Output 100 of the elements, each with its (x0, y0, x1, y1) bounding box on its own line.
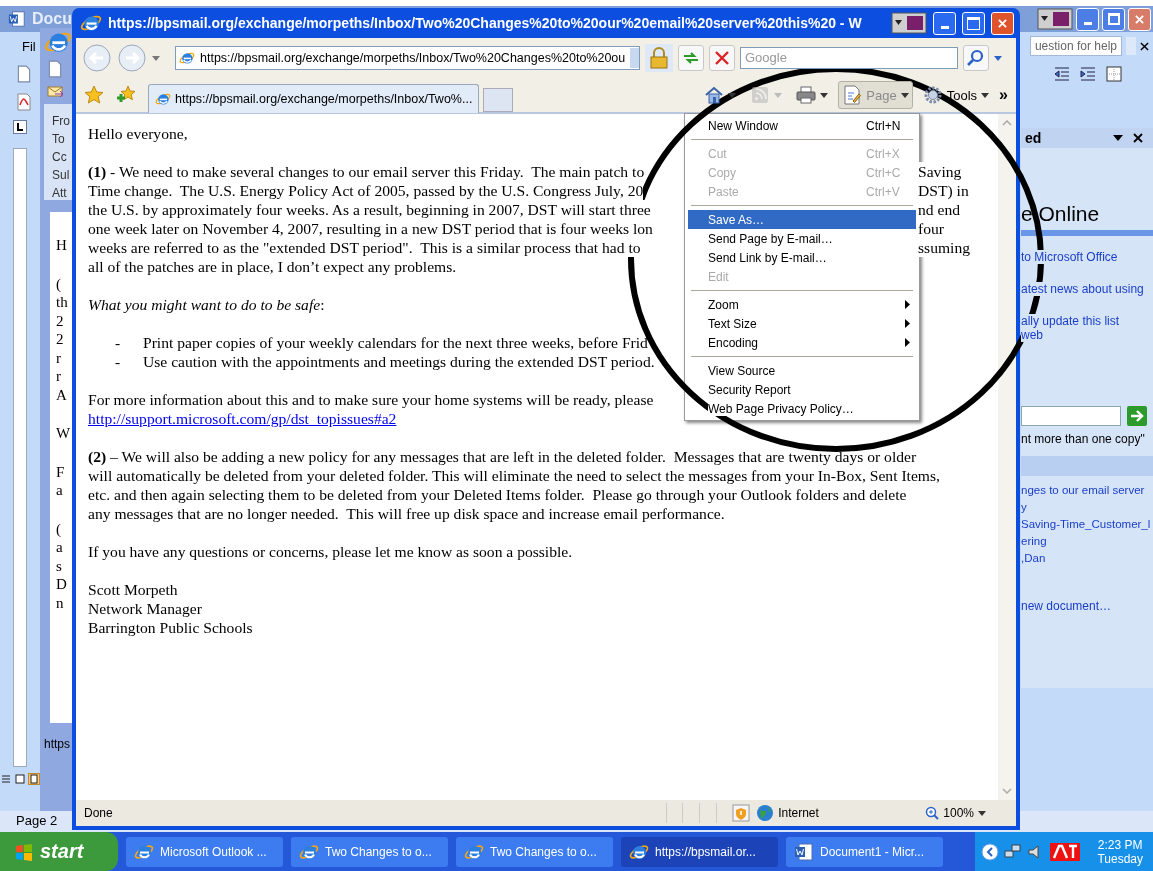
windows-flag-icon (14, 841, 34, 862)
text-fragment: a (56, 481, 64, 500)
taskbar-button[interactable]: https://bpsmail.or... (621, 836, 778, 867)
more-commands-button[interactable]: » (999, 86, 1008, 104)
signature: Scott Morpeth Network Manager Barrington Public Schools (88, 580, 254, 637)
caret-icon (981, 92, 990, 98)
toolbar-widget-icon[interactable] (891, 12, 927, 34)
caret-icon (774, 92, 783, 98)
recent-file-link[interactable]: ,Dan (1021, 552, 1046, 564)
pane-menu-arrow-icon[interactable] (1113, 133, 1123, 143)
taskbar-button[interactable]: Two Changes to o... (456, 836, 613, 867)
taskbar-button[interactable]: Two Changes to o... (291, 836, 448, 867)
refresh-icon[interactable] (678, 45, 704, 71)
caret-icon (820, 92, 829, 98)
text-fragment: 2 (56, 330, 65, 349)
caret-icon (978, 810, 986, 816)
menu-item[interactable]: Send Page by E-mail… (688, 229, 916, 248)
search-field[interactable] (1021, 406, 1121, 426)
favorites-star-icon[interactable] (84, 85, 104, 105)
text-fragment: ( (56, 274, 62, 293)
minimize-button[interactable] (933, 11, 956, 35)
taskbar-button[interactable]: Document1 - Micr... (786, 836, 943, 867)
menu-item[interactable]: Text Size (688, 314, 916, 333)
support-link[interactable]: http://support.microsoft.com/gp/dst_topissues#a2 (88, 409, 397, 428)
word-document-icon (8, 10, 26, 28)
caret-icon[interactable] (994, 55, 1002, 61)
text-fragment: F (56, 462, 66, 481)
submenu-arrow-icon (905, 338, 910, 347)
web-view-button[interactable] (14, 773, 26, 785)
clock-time: 2:23 PM (1097, 837, 1143, 852)
field-label: Fro (52, 114, 71, 128)
menu-item[interactable]: Save As… (688, 210, 916, 229)
gear-icon (922, 85, 943, 105)
borders-icon[interactable] (1105, 65, 1123, 83)
field-label: Att (52, 186, 68, 200)
menu-item[interactable]: Zoom (688, 295, 916, 314)
list-marker: - (114, 333, 122, 352)
search-icon[interactable] (963, 45, 989, 71)
zoom-icon (925, 806, 940, 820)
padlock-icon[interactable] (645, 44, 673, 72)
pdf-icon[interactable] (15, 93, 33, 111)
restore-button[interactable] (1102, 7, 1125, 31)
menu-item[interactable]: Security Report (688, 380, 916, 399)
home-icon (704, 85, 725, 105)
taskbar-button[interactable]: Microsoft Outlook ... (126, 836, 283, 867)
text-fragment: ( (56, 519, 62, 538)
menu-item[interactable]: Send Link by E-mail… (688, 248, 916, 267)
recent-file-link[interactable]: ering (1021, 535, 1047, 547)
menu-item[interactable]: New Window Ctrl+N (688, 116, 916, 135)
start-button[interactable]: start (0, 832, 118, 871)
caret-icon (728, 92, 737, 98)
field-label: Sul (52, 168, 71, 182)
closing-text: If you have any questions or concerns, please let me know as soon a possible. (88, 542, 573, 561)
tools-button[interactable]: Tools (918, 81, 994, 109)
menu-item[interactable]: Fil (22, 38, 36, 54)
list-marker: - (114, 352, 122, 371)
increase-indent-icon[interactable] (1079, 65, 1097, 83)
close-icon[interactable] (1140, 41, 1149, 51)
close-button[interactable] (1128, 7, 1151, 31)
field-label: To (52, 132, 66, 146)
tab-stop-button[interactable] (13, 120, 27, 134)
printer-icon (796, 85, 817, 105)
hint-text: nt more than one copy" (1021, 432, 1145, 446)
recent-file-link[interactable]: Saving-Time_Customer_l (1021, 518, 1151, 530)
network-icon[interactable] (1004, 842, 1023, 861)
close-icon (1135, 14, 1144, 24)
paragraph: (2) – We will also be adding a new policy for any messages that are left in the deleted folder. Messages that are twenty days or older will automatically be deleted from your deleted folder. This will eliminate the need to select the messages from your In-Box, Sent Items, etc. and then again selecting them to be deleted from your Deleted Items folder. Please go through your Outlook folders and delete any messages that are no longer needed. This will free up disk space and increase email performance. (88, 447, 941, 523)
section-title: e Online (1021, 201, 1101, 227)
caret-icon[interactable] (152, 55, 160, 61)
list-item: Print paper copies of your weekly calendars for the next three weeks, before Frid (143, 333, 648, 352)
new-document-icon[interactable] (15, 65, 33, 83)
info-text: For more information about this and to make sure your home systems will be ready, please (88, 390, 654, 409)
decrease-indent-icon[interactable] (1053, 65, 1071, 83)
menu-item[interactable]: Encoding (688, 333, 916, 352)
close-button[interactable] (991, 11, 1014, 35)
window-title: https://bpsmail.org/exchange/morpeths/Inbox/Two%20Changes%20to%20our%20email%20server%20this%20 - W (108, 15, 862, 31)
chevron-left-icon[interactable] (981, 842, 1000, 861)
close-icon[interactable] (1133, 133, 1143, 143)
normal-view-button[interactable] (0, 773, 12, 785)
minimize-button[interactable] (1076, 7, 1099, 31)
text-fragment: A (56, 385, 68, 404)
new-document-link[interactable]: new document… (1021, 599, 1112, 613)
submenu-arrow-icon (905, 300, 910, 309)
maximize-button[interactable] (962, 11, 985, 35)
feed-icon (750, 85, 771, 105)
text-fragment: W (56, 424, 72, 443)
menu-item[interactable]: View Source (688, 361, 916, 380)
recent-file-link[interactable]: nges to our email server (1021, 484, 1145, 496)
graphics-driver-icon[interactable] (1050, 842, 1081, 861)
address-bar[interactable]: https://bpsmail.org/exchange/morpeths/Inbox/Two%20Changes%20to%20ou (175, 46, 640, 70)
go-arrow-icon[interactable] (1127, 406, 1147, 426)
add-favorite-icon[interactable] (116, 85, 136, 105)
stop-icon[interactable] (709, 45, 735, 71)
list-item: Use caution with the appointments and meetings during the extended DST period. (143, 352, 655, 371)
toolbar-widget-icon[interactable] (1037, 8, 1073, 30)
browser-tab[interactable]: https://bpsmail.org/exchange/morpeths/Inbox/Two%... (148, 83, 480, 113)
print-view-button[interactable] (28, 773, 40, 785)
help-search-field[interactable]: uestion for help (1029, 36, 1122, 56)
close-icon (998, 18, 1007, 28)
text-fragment: s (56, 556, 63, 575)
